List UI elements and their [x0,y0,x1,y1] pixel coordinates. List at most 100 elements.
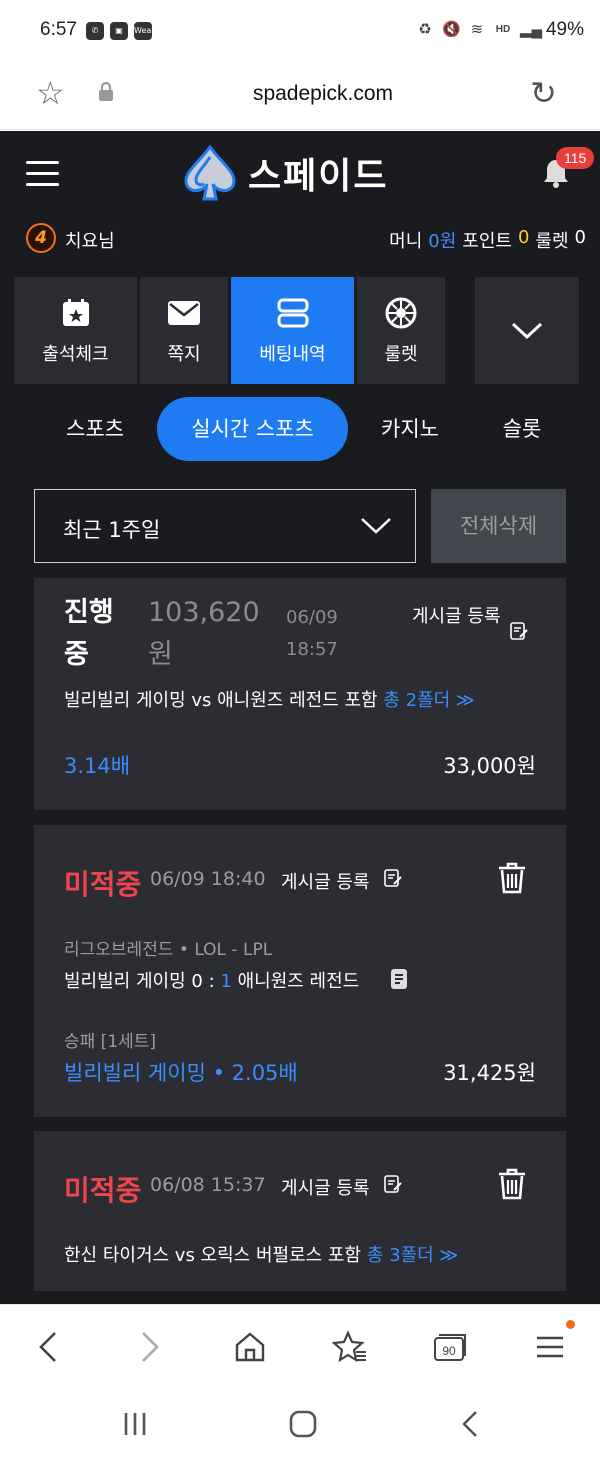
site-logo[interactable]: 스페이드 [180,143,388,203]
level-badge: 4 [26,223,56,253]
chevron-down-icon [510,314,544,348]
quick-menu: 출석체크 쪽지 베팅내역 룰렛 [14,277,594,384]
wear-icon: Wear [134,22,155,40]
bet-status: 미적중 [64,1174,142,1207]
bet-datetime: 06/09 18:57 [286,607,338,660]
edit-icon[interactable] [384,1175,402,1197]
tab-slot[interactable]: 슬롯 [482,397,562,461]
chevron-down-icon [359,516,393,541]
menu-bet-history-label: 베팅내역 [259,343,326,365]
bet-stake: 33,000원 [443,754,536,778]
logo-text: 스페이드 [248,156,389,197]
menu-attendance-label: 출석체크 [42,343,109,365]
notification-icons: ✆ ▣ Wear [86,22,155,40]
missed-call-icon: ✆ [86,22,104,40]
bet-status: 진행중 [64,597,114,670]
point-value: 0 [517,227,530,248]
update-dot [566,1320,575,1329]
bookmarks-icon[interactable] [330,1327,370,1367]
bet-card: 미적중 06/09 18:40 게시글 등록 리그오브레전드 • LOL - L… [34,825,566,1117]
menu-roulette-label: 룰렛 [384,343,418,365]
league-info: 리그오브레전드 • LOL - LPL [64,940,273,960]
url-text[interactable]: spadepick.com [0,82,600,106]
tabs-count: 90 [442,1344,456,1358]
roulette-icon [384,296,418,330]
user-info-row: 4 치요님 머니 0원 포인트 0 룰렛 0 [0,223,600,263]
more-menu-icon[interactable] [530,1327,570,1367]
bet-match: 빌리빌리 게이밍 vs 애니원즈 레전드 포함 총 2폴더 ≫ [64,686,475,712]
folder-link[interactable]: 총 3폴더 ≫ [367,1245,458,1266]
match-text: 빌리빌리 게이밍 vs 애니원즈 레전드 포함 [64,690,378,711]
bet-amount: 103,620원 [148,597,260,670]
bet-card: 미적중 06/08 15:37 게시글 등록 한신 타이거스 vs 오릭스 버펄… [34,1131,566,1291]
away-team: 애니원즈 레전드 [237,971,360,992]
notification-count-badge: 115 [556,147,595,169]
menu-message-button[interactable]: 쪽지 [140,277,228,384]
bet-odds: 3.14배 [64,754,131,778]
system-back-icon[interactable] [450,1404,490,1444]
back-icon[interactable] [28,1327,68,1367]
wifi-icon: ≋ [470,21,484,38]
match-text: 한신 타이거스 vs 오릭스 버펄로스 포함 [64,1245,362,1266]
score-away: 1 [220,971,232,992]
menu-attendance-button[interactable]: 출석체크 [14,277,137,384]
score-separator: : [208,971,215,992]
delete-all-button[interactable]: 전체삭제 [431,489,566,563]
home-icon[interactable] [230,1327,270,1367]
menu-message-label: 쪽지 [167,343,201,365]
bet-match: 빌리빌리 게이밍 0 : 1 애니원즈 레전드 [64,967,359,993]
home-button-icon[interactable] [283,1404,323,1444]
edit-icon[interactable] [384,869,402,891]
score-home: 0 [191,971,203,992]
post-register-link[interactable]: 게시글 등록 [412,600,512,634]
app-icon: ▣ [110,22,128,40]
tab-casino[interactable]: 카지노 [360,397,460,461]
trash-icon[interactable] [496,1167,528,1205]
period-select[interactable]: 최근 1주일 [34,489,416,563]
forward-icon[interactable] [130,1327,170,1367]
status-bar: 6:57 ✆ ▣ Wear ♻ 🔇 ≋ HD ▂▄ 49% [0,0,600,62]
page-content: 스페이드 115 4 치요님 머니 0원 포인트 0 룰렛 0 출석체크 쪽지 [0,131,600,1304]
menu-expand-button[interactable] [475,277,579,384]
hd-voice-icon: HD [495,24,511,35]
edit-icon[interactable] [510,622,528,644]
reload-icon[interactable]: ↻ [530,74,557,112]
folder-link[interactable]: 총 2폴더 ≫ [383,690,474,711]
tab-sports[interactable]: 스포츠 [40,397,150,461]
bet-stake: 31,425원 [443,1061,536,1085]
mute-icon: 🔇 [441,21,461,38]
calendar-star-icon [59,296,93,330]
roulette-label: 룰렛 [535,231,569,252]
menu-gap [448,277,472,384]
post-register-link[interactable]: 게시글 등록 [281,868,370,894]
clock: 6:57 [40,19,77,40]
bet-category-tabs: 스포츠 실시간 스포츠 카지노 슬롯 [0,397,600,461]
browser-bottom-nav: 90 [0,1304,600,1384]
tab-live-sports[interactable]: 실시간 스포츠 [157,397,348,461]
bet-list-icon [276,296,310,330]
trash-icon[interactable] [496,861,528,899]
roulette-value: 0 [574,227,586,248]
battery-saver-icon: ♻ [418,21,432,38]
battery-level: 49% [545,19,584,40]
menu-bet-history-button[interactable]: 베팅내역 [231,277,354,384]
system-icons: ♻ 🔇 ≋ HD ▂▄ 49% [416,19,584,41]
recent-apps-icon[interactable] [115,1404,155,1444]
document-icon[interactable] [390,968,408,994]
bet-match: 한신 타이거스 vs 오릭스 버펄로스 포함 총 3폴더 ≫ [64,1241,458,1267]
money-label: 머니 [389,231,423,252]
bet-pick: 빌리빌리 게이밍 • 2.05배 [64,1061,298,1085]
browser-url-bar: ☆ spadepick.com ↻ [0,62,600,130]
tabs-icon[interactable]: 90 [430,1327,470,1367]
post-register-link[interactable]: 게시글 등록 [281,1174,370,1200]
bet-status: 미적중 [64,868,142,901]
bet-datetime: 06/09 18:40 [150,868,266,890]
mail-icon [167,296,201,330]
menu-roulette-button[interactable]: 룰렛 [357,277,445,384]
point-label: 포인트 [462,231,512,252]
bet-datetime: 06/08 15:37 [150,1174,266,1196]
menu-hamburger-icon[interactable] [26,161,59,187]
signal-icon: ▂▄ [519,21,543,38]
user-nickname[interactable]: 치요님 [65,227,115,253]
spade-logo-icon [184,144,236,201]
